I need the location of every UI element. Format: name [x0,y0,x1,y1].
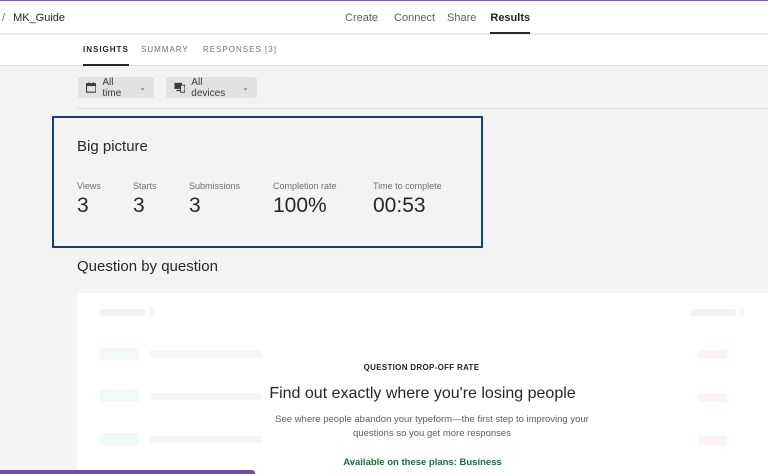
blur-overlay [77,293,768,474]
divider [77,108,768,109]
nav-results[interactable]: Results [490,12,530,34]
metric-completion-rate: Completion rate 100% [273,181,337,218]
question-by-question-title: Question by question [77,258,218,275]
promo-plans-link[interactable]: Available on these plans: Business [77,457,768,468]
metric-label: Submissions [189,181,241,191]
big-picture-panel: Big picture Views 3 Starts 3 Submissions… [52,116,483,248]
chevron-down-icon: ⌄ [242,83,249,92]
metric-label: Views [77,181,101,191]
calendar-icon [86,82,97,93]
nav-connect[interactable]: Connect [394,12,435,24]
breadcrumb-separator: / [2,12,6,24]
tab-summary[interactable]: SUMMARY [141,45,189,54]
metric-value: 3 [189,194,201,217]
metric-label: Completion rate [273,181,337,191]
tab-insights[interactable]: INSIGHTS [83,45,129,66]
promo-heading: Find out exactly where you're losing peo… [269,385,576,402]
devices-filter-dropdown[interactable]: All devices ⌄ [166,76,257,99]
time-filter-dropdown[interactable]: All time ⌄ [78,76,154,99]
tab-responses[interactable]: RESPONSES [3] [203,45,277,54]
bottom-accent-bar [0,470,255,474]
nav-create[interactable]: Create [345,12,378,24]
metric-label: Starts [133,181,157,191]
results-tabs: INSIGHTS SUMMARY RESPONSES [3] [0,35,768,66]
question-dropoff-card: QUESTION DROP-OFF RATE Find out exactly … [77,293,768,474]
metric-value: 3 [77,194,89,217]
metric-label: Time to complete [373,181,442,191]
time-filter-label: All time [102,76,122,99]
metric-starts: Starts 3 [133,181,157,218]
metric-time-to-complete: Time to complete 00:53 [373,181,442,218]
promo-description: See where people abandon your typeform—t… [275,414,589,439]
metric-value: 3 [133,194,145,217]
big-picture-title: Big picture [77,138,148,155]
devices-icon [174,82,186,93]
top-navigation: / MK_Guide Create Connect Share Results [0,1,768,34]
chevron-down-icon: ⌄ [139,83,146,92]
devices-filter-label: All devices [191,76,226,99]
breadcrumb[interactable]: / MK_Guide [2,12,65,24]
metric-submissions: Submissions 3 [189,181,240,218]
breadcrumb-form-name[interactable]: MK_Guide [13,12,65,24]
nav-share[interactable]: Share [447,12,476,24]
metric-value: 00:53 [373,194,426,217]
promo-eyebrow: QUESTION DROP-OFF RATE [363,363,480,372]
metric-views: Views 3 [77,181,101,218]
main-nav: Create Connect Share Results [345,12,530,34]
metric-value: 100% [273,194,327,217]
